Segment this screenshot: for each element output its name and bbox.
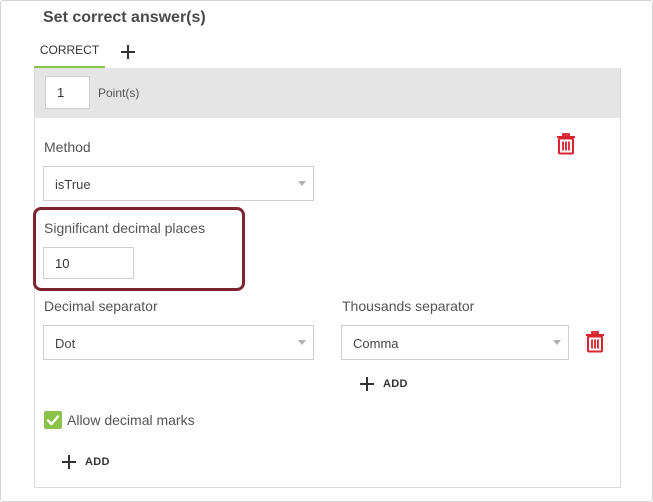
thousands-separator-select[interactable]: Comma (341, 325, 569, 360)
decimal-separator-select[interactable]: Dot (43, 325, 314, 360)
method-label: Method (44, 139, 91, 155)
method-select[interactable]: isTrue (43, 166, 314, 201)
add-button[interactable]: ADD (62, 453, 110, 471)
significant-label: Significant decimal places (44, 220, 206, 236)
thousands-separator-label: Thousands separator (342, 298, 475, 314)
delete-method-button[interactable] (556, 133, 576, 155)
decimal-separator-value: Dot (55, 336, 76, 351)
trash-icon (586, 331, 604, 353)
chevron-down-icon (553, 340, 561, 345)
tab-correct[interactable]: CORRECT (34, 40, 105, 68)
thousands-separator-value: Comma (353, 336, 399, 351)
chevron-down-icon (298, 340, 306, 345)
plus-icon (121, 45, 135, 59)
significant-decimal-input[interactable] (43, 247, 134, 279)
plus-icon (62, 455, 76, 469)
points-bar: Point(s) (35, 68, 620, 118)
add-thousands-button[interactable]: ADD (360, 375, 408, 393)
chevron-down-icon (298, 181, 306, 186)
allow-decimal-marks-label: Allow decimal marks (67, 412, 195, 428)
method-selected-value: isTrue (55, 177, 91, 192)
trash-icon (557, 133, 575, 155)
decimal-separator-label: Decimal separator (44, 298, 158, 314)
add-tab-button[interactable] (118, 40, 138, 64)
plus-icon (360, 377, 374, 391)
add-label: ADD (85, 456, 110, 468)
points-label: Point(s) (98, 86, 140, 100)
allow-decimal-marks-checkbox[interactable] (44, 411, 62, 429)
checkmark-icon (46, 415, 60, 426)
points-input[interactable] (45, 76, 90, 109)
section-heading: Set correct answer(s) (43, 9, 206, 26)
add-thousands-label: ADD (383, 378, 408, 390)
delete-thousands-button[interactable] (585, 331, 605, 353)
